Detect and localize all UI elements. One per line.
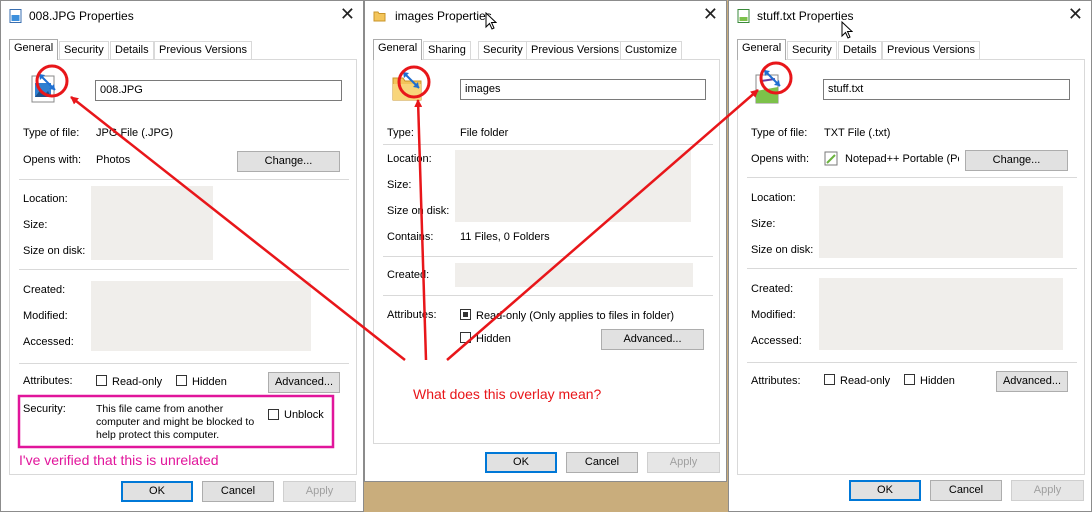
tab-general[interactable]: General — [9, 39, 59, 60]
annotation-question: What does this overlay mean? — [413, 386, 602, 402]
highlight-circle — [397, 65, 431, 99]
tab-general[interactable]: General — [737, 39, 787, 60]
mouse-cursor-icon — [485, 12, 497, 30]
arrow-to-jpg — [70, 96, 406, 361]
annotation-overlay — [17, 61, 793, 449]
arrow-to-txt — [446, 89, 759, 361]
arrow-to-folder — [414, 99, 428, 361]
annotation-note: I've verified that this is unrelated — [19, 452, 219, 468]
mouse-cursor-icon — [841, 21, 853, 39]
highlight-circle — [35, 64, 69, 98]
highlight-circle — [759, 61, 793, 95]
security-highlight-box — [17, 394, 335, 449]
tab-general[interactable]: General — [373, 39, 423, 60]
